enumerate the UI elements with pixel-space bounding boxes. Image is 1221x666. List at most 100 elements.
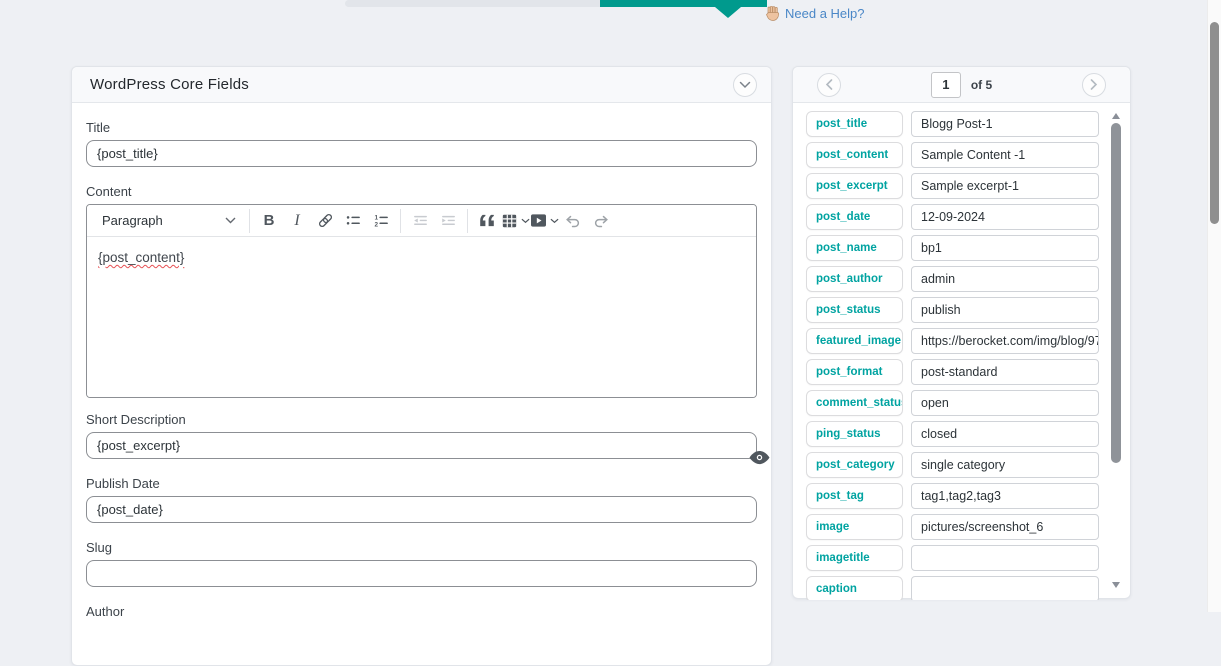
field-mapping-list: post_title Blogg Post-1 post_content Sam… xyxy=(793,103,1130,600)
field-mapping-row: post_name bp1 xyxy=(806,235,1099,261)
field-mapping-row: post_category single category xyxy=(806,452,1099,478)
link-icon xyxy=(317,212,334,229)
content-editor-textarea[interactable]: {post_content} xyxy=(87,237,756,397)
field-mapping-row: image pictures/screenshot_6 xyxy=(806,514,1099,540)
field-mapping-row: post_date 12-09-2024 xyxy=(806,204,1099,230)
preview-toggle-button[interactable] xyxy=(749,450,770,465)
link-button[interactable] xyxy=(311,208,339,234)
field-value-preview: publish xyxy=(911,297,1099,323)
field-mapping-row: imagetitle xyxy=(806,545,1099,571)
slug-input[interactable] xyxy=(86,560,757,587)
draggable-field-pill[interactable]: post_tag xyxy=(806,483,903,509)
chevron-left-icon xyxy=(825,79,833,90)
embed-media-button[interactable] xyxy=(530,208,559,234)
slug-label: Slug xyxy=(86,540,757,555)
indent-button[interactable] xyxy=(434,208,462,234)
field-value-preview: 12-09-2024 xyxy=(911,204,1099,230)
field-value-preview: Blogg Post-1 xyxy=(911,111,1099,137)
field-mapping-row: post_tag tag1,tag2,tag3 xyxy=(806,483,1099,509)
progress-bar-fill xyxy=(600,0,767,7)
undo-button[interactable] xyxy=(559,208,587,234)
record-number-input[interactable] xyxy=(931,72,961,98)
chevron-down-icon xyxy=(739,81,751,89)
block-format-value: Paragraph xyxy=(102,213,163,228)
chevron-down-icon xyxy=(521,218,530,224)
blockquote-icon xyxy=(479,214,495,227)
field-mapping-row: post_status publish xyxy=(806,297,1099,323)
svg-text:2: 2 xyxy=(374,222,378,229)
draggable-field-pill[interactable]: post_category xyxy=(806,452,903,478)
draggable-field-pill[interactable]: post_name xyxy=(806,235,903,261)
italic-icon: I xyxy=(294,212,299,230)
undo-icon xyxy=(564,213,582,228)
draggable-field-pill[interactable]: post_format xyxy=(806,359,903,385)
draggable-field-pill[interactable]: post_date xyxy=(806,204,903,230)
page-scrollbar[interactable] xyxy=(1207,0,1221,612)
page-scrollbar-thumb[interactable] xyxy=(1210,22,1219,224)
field-value-preview: pictures/screenshot_6 xyxy=(911,514,1099,540)
bulleted-list-button[interactable] xyxy=(339,208,367,234)
bold-icon: B xyxy=(264,212,275,229)
title-field-label: Title xyxy=(86,120,757,135)
draggable-field-pill[interactable]: post_author xyxy=(806,266,903,292)
field-value-preview: https://berocket.com/img/blog/97001e xyxy=(911,328,1099,354)
draggable-field-pill[interactable]: comment_status xyxy=(806,390,903,416)
publish-date-label: Publish Date xyxy=(86,476,757,491)
field-value-preview xyxy=(911,576,1099,600)
short-description-input[interactable] xyxy=(86,432,757,459)
field-mapping-row: post_format post-standard xyxy=(806,359,1099,385)
outdent-button[interactable] xyxy=(406,208,434,234)
preview-scrollbar-thumb[interactable] xyxy=(1111,123,1121,463)
content-field-label: Content xyxy=(86,184,757,199)
next-record-button[interactable] xyxy=(1082,73,1106,97)
field-value-preview xyxy=(911,545,1099,571)
left-panel-header: WordPress Core Fields xyxy=(72,67,771,103)
numbered-list-button[interactable]: 1 2 xyxy=(367,208,395,234)
chevron-down-icon xyxy=(225,217,236,224)
redo-button[interactable] xyxy=(587,208,615,234)
draggable-field-pill[interactable]: caption xyxy=(806,576,903,600)
field-mapping-row: post_title Blogg Post-1 xyxy=(806,111,1099,137)
field-value-preview: single category xyxy=(911,452,1099,478)
table-button[interactable] xyxy=(501,208,530,234)
draggable-field-pill[interactable]: featured_image xyxy=(806,328,903,354)
draggable-field-pill[interactable]: post_title xyxy=(806,111,903,137)
italic-button[interactable]: I xyxy=(283,208,311,234)
scroll-down-arrow-icon[interactable] xyxy=(1112,582,1120,588)
previous-record-button[interactable] xyxy=(817,73,841,97)
preview-scrollbar[interactable] xyxy=(1111,113,1122,592)
draggable-field-pill[interactable]: post_excerpt xyxy=(806,173,903,199)
chevron-down-icon xyxy=(550,218,559,224)
field-value-preview: bp1 xyxy=(911,235,1099,261)
field-mapping-row: post_excerpt Sample excerpt-1 xyxy=(806,173,1099,199)
draggable-field-pill[interactable]: post_status xyxy=(806,297,903,323)
collapse-panel-button[interactable] xyxy=(733,73,757,97)
bulleted-list-icon xyxy=(345,212,362,229)
redo-icon xyxy=(592,213,610,228)
preview-pager-header: of 5 xyxy=(793,67,1130,103)
left-panel-title: WordPress Core Fields xyxy=(72,76,249,93)
field-mapping-row: post_author admin xyxy=(806,266,1099,292)
draggable-field-pill[interactable]: post_content xyxy=(806,142,903,168)
publish-date-input[interactable] xyxy=(86,496,757,523)
draggable-field-pill[interactable]: imagetitle xyxy=(806,545,903,571)
title-input[interactable] xyxy=(86,140,757,167)
editor-toolbar: Paragraph B I xyxy=(87,205,756,237)
draggable-field-pill[interactable]: ping_status xyxy=(806,421,903,447)
need-help-link[interactable]: Need a Help? xyxy=(766,6,865,21)
content-editor: Paragraph B I xyxy=(86,204,757,398)
field-value-preview: Sample excerpt-1 xyxy=(911,173,1099,199)
draggable-field-pill[interactable]: image xyxy=(806,514,903,540)
field-mapping-row: featured_image https://berocket.com/img/… xyxy=(806,328,1099,354)
scroll-up-arrow-icon[interactable] xyxy=(1112,113,1120,119)
field-mapping-row: caption xyxy=(806,576,1099,600)
field-value-preview: Sample Content -1 xyxy=(911,142,1099,168)
bold-button[interactable]: B xyxy=(255,208,283,234)
field-mapping-row: ping_status closed xyxy=(806,421,1099,447)
field-value-preview: open xyxy=(911,390,1099,416)
block-format-select[interactable]: Paragraph xyxy=(96,208,244,234)
raised-hand-icon xyxy=(766,6,780,21)
content-placeholder-token: {post_content} xyxy=(98,250,184,265)
chevron-right-icon xyxy=(1090,79,1098,90)
blockquote-button[interactable] xyxy=(473,208,501,234)
